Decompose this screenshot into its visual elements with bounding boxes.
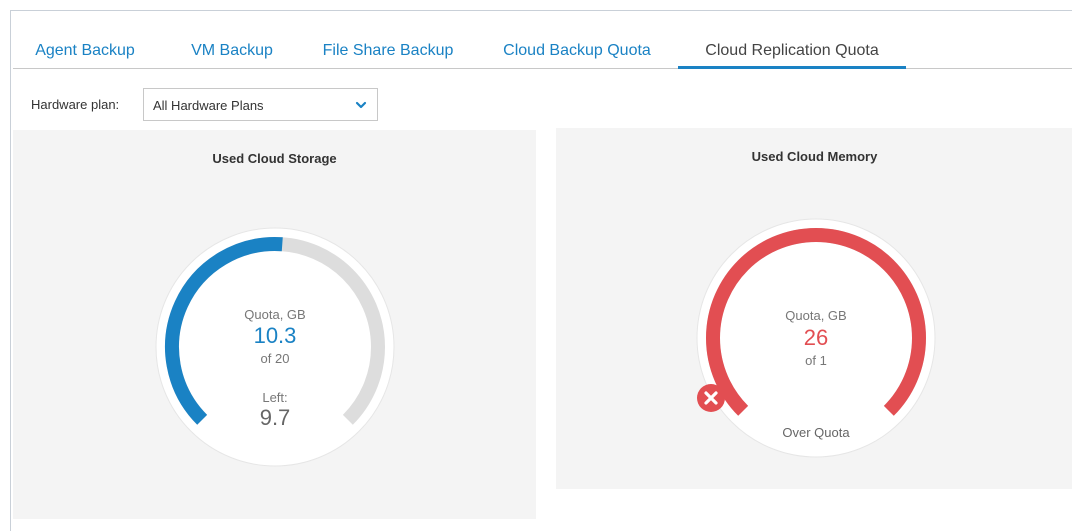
tab-agent-backup[interactable]: Agent Backup	[29, 39, 141, 69]
tab-vm-backup[interactable]: VM Backup	[183, 39, 281, 69]
active-tab-indicator	[678, 66, 906, 69]
quota-total: of 1	[805, 353, 827, 368]
left-value: 9.7	[259, 405, 291, 430]
hardware-plan-label: Hardware plan:	[31, 97, 120, 112]
hardware-plan-select[interactable]: All Hardware Plans	[143, 88, 378, 121]
tab-bar: Agent Backup VM Backup File Share Backup…	[13, 39, 1072, 69]
used-cloud-memory-panel: Used Cloud Memory Quota, GB 26 of 1 Over…	[556, 128, 1072, 489]
over-quota-status: Over Quota	[782, 425, 850, 440]
used-value: 26	[803, 325, 829, 350]
used-cloud-storage-panel: Used Cloud Storage Quota, GB 10.3 of 20 …	[13, 130, 536, 519]
chevron-down-icon	[355, 101, 367, 109]
memory-gauge: Quota, GB 26 of 1 Over Quota	[696, 218, 936, 458]
tab-file-share-backup[interactable]: File Share Backup	[318, 39, 458, 69]
quota-total: of 20	[260, 351, 290, 366]
storage-gauge: Quota, GB 10.3 of 20 Left: 9.7	[155, 227, 395, 467]
panel-title: Used Cloud Storage	[212, 151, 337, 166]
quota-label: Quota, GB	[785, 308, 847, 323]
quota-label: Quota, GB	[244, 307, 306, 322]
quota-window: Agent Backup VM Backup File Share Backup…	[10, 10, 1072, 531]
close-circle-icon	[697, 384, 725, 412]
tab-cloud-replication-quota[interactable]: Cloud Replication Quota	[678, 39, 906, 69]
panel-title: Used Cloud Memory	[751, 149, 878, 164]
used-value: 10.3	[253, 323, 297, 348]
hardware-plan-value: All Hardware Plans	[153, 98, 264, 113]
left-label: Left:	[262, 390, 288, 405]
tab-cloud-backup-quota[interactable]: Cloud Backup Quota	[497, 39, 657, 69]
